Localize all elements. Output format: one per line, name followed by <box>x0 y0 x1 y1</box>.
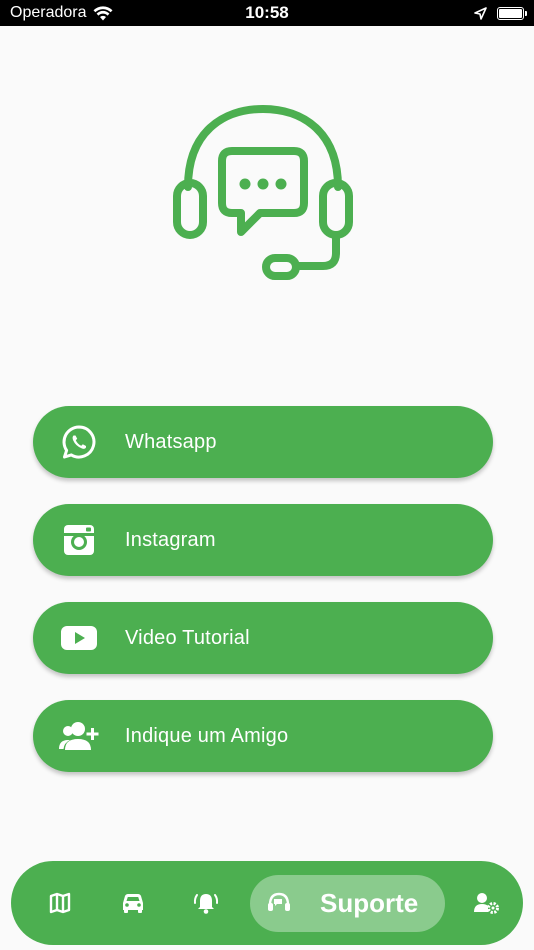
whatsapp-icon <box>33 424 125 460</box>
video-tutorial-button[interactable]: Video Tutorial <box>33 602 493 674</box>
bottom-nav: Suporte <box>11 861 523 945</box>
nav-car[interactable] <box>114 875 151 931</box>
instagram-icon <box>33 524 125 556</box>
battery-icon <box>497 6 527 20</box>
nav-alerts[interactable] <box>187 875 224 931</box>
user-settings-icon <box>473 893 499 914</box>
headset-support-icon <box>173 105 353 280</box>
instagram-label: Instagram <box>125 528 216 551</box>
nav-support-label: Suporte <box>320 887 419 918</box>
nav-support[interactable]: Suporte <box>250 874 445 932</box>
map-icon <box>49 892 70 914</box>
car-icon <box>122 894 143 913</box>
support-menu: Whatsapp Instagram Video Tutorial Indiqu… <box>33 406 493 798</box>
instagram-button[interactable]: Instagram <box>33 504 493 576</box>
support-icon <box>268 892 290 911</box>
status-bar: Operadora 10:58 <box>0 0 534 26</box>
whatsapp-label: Whatsapp <box>125 430 217 453</box>
wifi-icon <box>93 5 112 20</box>
status-right <box>474 6 527 20</box>
video-tutorial-label: Video Tutorial <box>125 626 250 649</box>
add-friend-icon <box>33 720 125 752</box>
location-arrow-icon <box>474 6 487 20</box>
nav-map[interactable] <box>41 875 78 931</box>
status-left: Operadora <box>10 4 113 22</box>
invite-friend-button[interactable]: Indique um Amigo <box>33 700 493 772</box>
invite-friend-label: Indique um Amigo <box>125 724 289 747</box>
carrier-label: Operadora <box>10 4 87 21</box>
youtube-icon <box>33 624 125 652</box>
whatsapp-button[interactable]: Whatsapp <box>33 406 493 478</box>
nav-profile-settings[interactable] <box>467 875 504 931</box>
bell-icon <box>193 894 218 914</box>
